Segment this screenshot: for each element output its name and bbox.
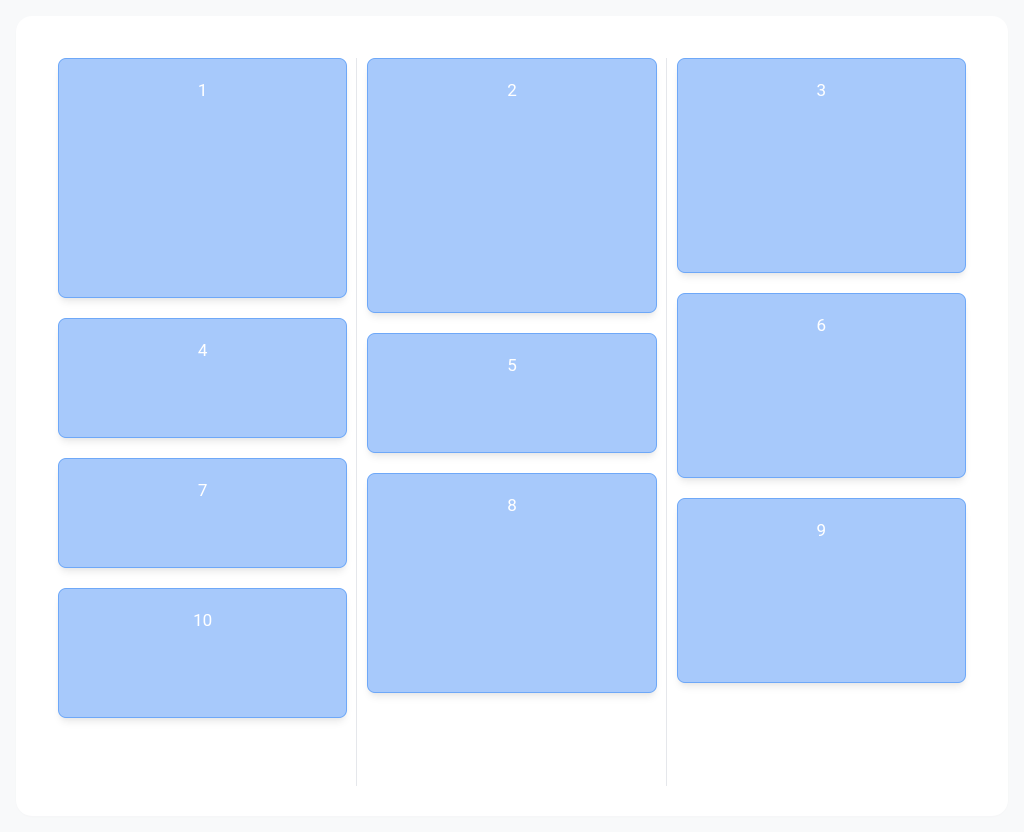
grid-card[interactable]: 8 xyxy=(367,473,656,693)
grid-card[interactable]: 4 xyxy=(58,318,347,438)
grid-card[interactable]: 5 xyxy=(367,333,656,453)
grid-column: 2 5 8 xyxy=(367,58,656,774)
masonry-grid: 1 4 7 10 2 5 8 3 6 9 xyxy=(58,58,966,774)
grid-card[interactable]: 9 xyxy=(677,498,966,683)
grid-card[interactable]: 6 xyxy=(677,293,966,478)
grid-column: 1 4 7 10 xyxy=(58,58,347,774)
grid-card[interactable]: 7 xyxy=(58,458,347,568)
grid-card[interactable]: 1 xyxy=(58,58,347,298)
grid-card[interactable]: 3 xyxy=(677,58,966,273)
grid-card[interactable]: 10 xyxy=(58,588,347,718)
page-frame: 1 4 7 10 2 5 8 3 6 9 xyxy=(0,0,1024,832)
grid-column: 3 6 9 xyxy=(677,58,966,774)
grid-card[interactable]: 2 xyxy=(367,58,656,313)
content-panel: 1 4 7 10 2 5 8 3 6 9 xyxy=(16,16,1008,816)
